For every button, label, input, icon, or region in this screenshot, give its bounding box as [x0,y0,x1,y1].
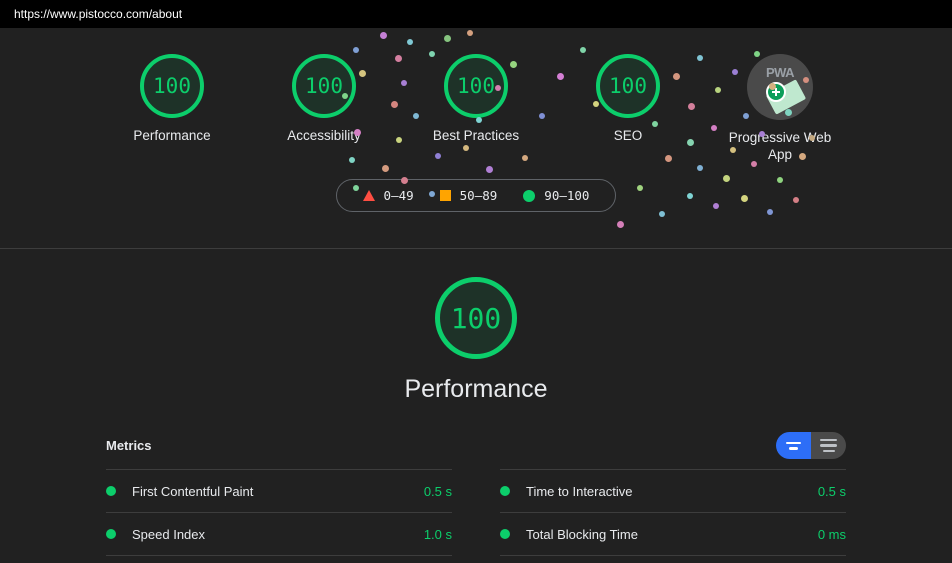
metrics-section: Metrics Firs [106,432,846,563]
metrics-view-toggle[interactable] [776,432,846,459]
gauge-score: 100 [457,74,495,98]
metric-value: 0.5 s [818,484,846,499]
page-title: Performance [0,375,952,404]
metric-value: 1.0 s [424,527,452,542]
legend-item-pass: 90–100 [523,188,589,203]
simple-view-toggle[interactable] [776,432,811,459]
status-dot-icon [106,529,116,539]
metric-row[interactable]: Largest Contentful Paint 0.6 s [106,555,452,563]
metrics-columns: First Contentful Paint 0.5 s Speed Index… [106,469,846,563]
metric-name: First Contentful Paint [132,484,424,499]
bar-line-icon [786,442,801,445]
metric-value: 0 ms [818,527,846,542]
status-dot-icon [500,529,510,539]
gauge-best-practices[interactable]: 100 Best Practices [417,54,535,144]
metrics-column-right: Time to Interactive 0.5 s Total Blocking… [500,469,846,563]
legend-range: 90–100 [544,188,589,203]
gauge-label: SEO [569,127,687,144]
pwa-install-icon: PWA [747,54,813,120]
gauge-circle-icon: 100 [444,54,508,118]
gauge-accessibility[interactable]: 100 Accessibility [265,54,383,144]
url-text: https://www.pistocco.com/about [14,7,182,21]
legend-range: 50–89 [460,188,498,203]
gauge-progressive-web-app[interactable]: PWA Progressive Web App [721,54,839,163]
metric-name: Total Blocking Time [526,527,818,542]
gauge-label: Performance [113,127,231,144]
gauge-circle-icon: 100 [435,277,517,359]
legend-item-fail: 0–49 [363,188,414,203]
metric-row[interactable]: Time to Interactive 0.5 s [500,469,846,512]
score-legend: 0–49 50–89 90–100 [336,179,617,212]
metric-row[interactable]: Total Blocking Time 0 ms [500,512,846,555]
gauge-label: Accessibility [265,127,383,144]
bar-line-icon [823,450,835,453]
square-icon [440,190,451,201]
category-gauge: 100 Performance [0,277,952,404]
score-legend-wrap: 0–49 50–89 90–100 [0,179,952,212]
metrics-column-left: First Contentful Paint 0.5 s Speed Index… [106,469,452,563]
metric-row[interactable]: Cumulative Layout Shift 0 [500,555,846,563]
gauge-label: Best Practices [417,127,535,144]
bar-line-icon [789,447,798,450]
bar-line-icon [820,439,837,442]
category-score: 100 [451,302,502,335]
gauge-label: Progressive Web App [721,129,839,163]
gauge-seo[interactable]: 100 SEO [569,54,687,144]
browser-url-bar[interactable]: https://www.pistocco.com/about [0,0,952,28]
lighthouse-report: 100 Performance 100 Accessibility 100 Be… [0,28,952,563]
legend-item-average: 50–89 [440,188,498,203]
gauge-circle-icon: 100 [596,54,660,118]
gauge-score: 100 [153,74,191,98]
gauge-performance[interactable]: 100 Performance [113,54,231,144]
gauge-circle-icon: 100 [292,54,356,118]
gauge-score: 100 [305,74,343,98]
metrics-title: Metrics [106,438,152,453]
scores-header: 100 Performance 100 Accessibility 100 Be… [0,28,952,249]
gauge-score: 100 [609,74,647,98]
score-gauges-row: 100 Performance 100 Accessibility 100 Be… [0,28,952,163]
circle-icon [523,190,535,202]
metrics-header: Metrics [106,432,846,469]
bar-line-icon [820,444,837,447]
plus-icon [766,82,786,102]
metric-name: Speed Index [132,527,424,542]
gauge-circle-icon: 100 [140,54,204,118]
metric-row[interactable]: First Contentful Paint 0.5 s [106,469,452,512]
detailed-view-toggle[interactable] [811,432,846,459]
metric-row[interactable]: Speed Index 1.0 s [106,512,452,555]
status-dot-icon [106,486,116,496]
triangle-icon [363,190,375,201]
status-dot-icon [500,486,510,496]
pwa-badge-text: PWA [747,65,813,80]
legend-range: 0–49 [384,188,414,203]
performance-category-section: 100 Performance Metrics [0,249,952,563]
metric-value: 0.5 s [424,484,452,499]
metric-name: Time to Interactive [526,484,818,499]
